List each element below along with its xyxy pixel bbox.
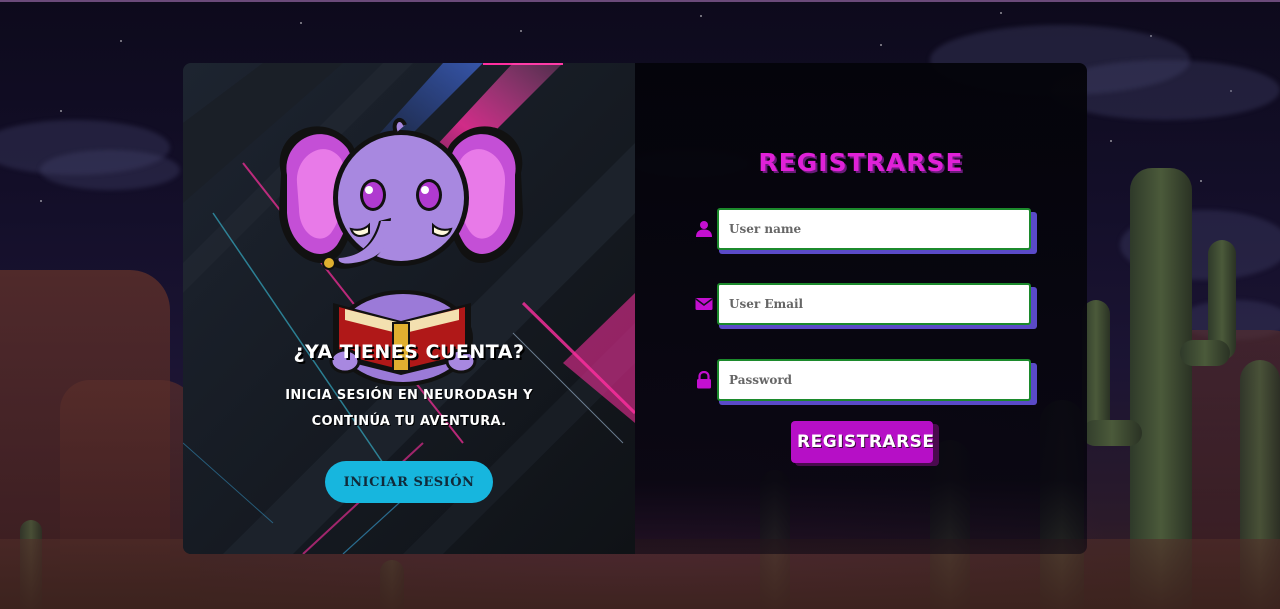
username-input[interactable] xyxy=(717,208,1031,250)
page-background: ¿YA TIENES CUENTA? INICIA SESIóN EN NEUR… xyxy=(0,0,1280,609)
lock-icon xyxy=(697,371,711,389)
auth-card: ¿YA TIENES CUENTA? INICIA SESIóN EN NEUR… xyxy=(183,63,1087,554)
register-submit-button[interactable]: REGISTRARSE xyxy=(791,421,934,463)
login-promo-subtitle: INICIA SESIóN EN NEURODASH Y CONTINúA TU… xyxy=(285,388,533,429)
register-panel: REGISTRARSE User name User Email REGISTR… xyxy=(635,63,1087,554)
password-row xyxy=(695,359,1037,407)
password-input[interactable] xyxy=(717,359,1031,401)
username-row xyxy=(695,208,1037,256)
login-promo-title: ¿YA TIENES CUENTA? xyxy=(293,341,525,363)
register-title: REGISTRARSE xyxy=(758,148,964,177)
email-input[interactable] xyxy=(717,283,1031,325)
user-icon xyxy=(696,221,712,237)
envelope-icon xyxy=(695,298,713,310)
login-promo-panel: ¿YA TIENES CUENTA? INICIA SESIóN EN NEUR… xyxy=(183,63,635,554)
login-button[interactable]: INICIAR SESIÓN xyxy=(325,461,493,503)
top-border xyxy=(0,0,1280,2)
email-row xyxy=(695,283,1037,331)
